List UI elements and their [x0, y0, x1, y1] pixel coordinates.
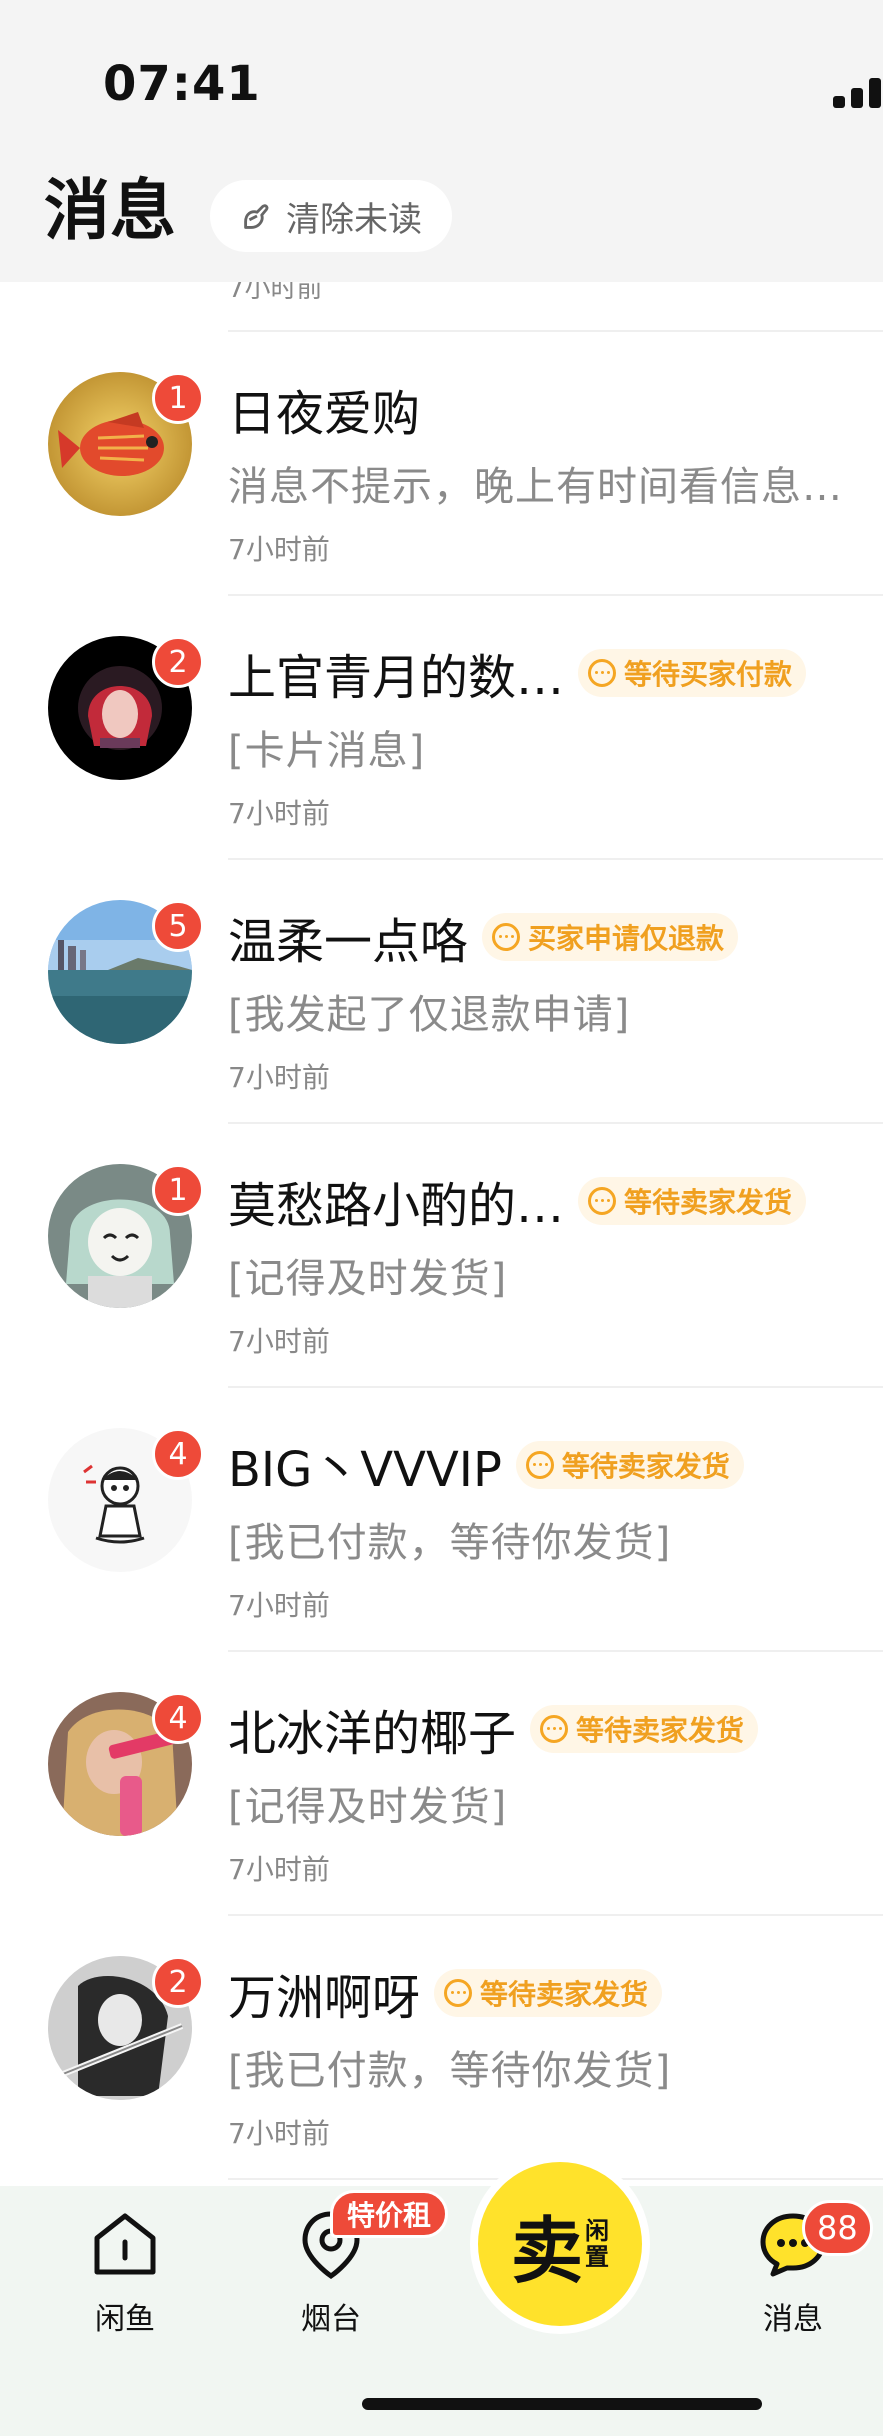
- time-label: 7小时前: [228, 1853, 330, 1886]
- contact-name: 莫愁路小酌的…: [228, 1178, 565, 1234]
- message-preview: [我已付款，等待你发货]: [228, 2048, 672, 2094]
- order-status-tag: 等待卖家发货: [434, 1969, 663, 2017]
- special-rent-badge: 特价租: [330, 2190, 449, 2238]
- message-preview: [我发起了仅退款申请]: [228, 992, 631, 1038]
- sell-sub-label-2: 置: [585, 2243, 609, 2271]
- avatar-wrap: 4: [48, 1428, 204, 1572]
- page-title: 消息: [44, 172, 176, 249]
- status-time: 07:41: [103, 56, 261, 112]
- name-line: 万洲啊呀 等待卖家发货: [228, 1958, 863, 2028]
- unread-badge: 1: [152, 1164, 204, 1216]
- message-preview: [我已付款，等待你发货]: [228, 1520, 672, 1566]
- message-preview: [记得及时发货]: [228, 1256, 508, 1302]
- unread-badge: 4: [152, 1428, 204, 1480]
- time-label: 7小时前: [228, 797, 330, 830]
- broom-icon: [244, 204, 269, 229]
- conversation-list[interactable]: 7小时前 1 日夜爱购 消息不提示，晚上有时间看信息… 7小时前 2 上官青月的…: [0, 274, 883, 2180]
- clear-unread-label: 清除未读: [286, 199, 422, 240]
- time-label: 7小时前: [228, 2117, 330, 2150]
- time-label: 7小时前: [228, 533, 330, 566]
- conversation-row[interactable]: 2 万洲啊呀 等待卖家发货 [我已付款，等待你发货] 7小时前: [0, 1916, 883, 2180]
- contact-name: 北冰洋的椰子: [228, 1706, 517, 1762]
- sell-sub-label-1: 闲: [585, 2216, 609, 2245]
- unread-badge: 4: [152, 1692, 204, 1744]
- conversation-row[interactable]: 5 温柔一点咯 买家申请仅退款 [我发起了仅退款申请] 7小时前: [0, 860, 883, 1124]
- name-line: 日夜爱购: [228, 374, 863, 444]
- contact-name: 上官青月的数…: [228, 650, 565, 706]
- conversation-row[interactable]: 4 BIG丶VVVIP 等待卖家发货 [我已付款，等待你发货] 7小时前: [0, 1388, 883, 1652]
- name-line: 北冰洋的椰子 等待卖家发货: [228, 1694, 863, 1764]
- message-preview: 消息不提示，晚上有时间看信息…: [228, 464, 843, 510]
- avatar-wrap: 5: [48, 900, 204, 1044]
- chat-dots-icon: [444, 1979, 473, 2007]
- order-status-tag: 等待卖家发货: [515, 1441, 744, 1489]
- avatar-wrap: 1: [48, 372, 204, 516]
- chat-dots-icon: [588, 659, 617, 687]
- chat-dots-icon: [525, 1451, 554, 1479]
- order-status-label: 等待卖家发货: [624, 1186, 793, 1219]
- header: 消息 清除未读: [0, 160, 883, 282]
- name-line: 莫愁路小酌的… 等待卖家发货: [228, 1166, 863, 1236]
- tab-yantai-label: 烟台: [301, 2302, 361, 2337]
- time-label: 7小时前: [228, 1589, 330, 1622]
- order-status-label: 等待卖家发货: [480, 1978, 649, 2011]
- contact-name: BIG丶VVVIP: [228, 1442, 502, 1498]
- unread-badge: 2: [152, 636, 204, 688]
- order-status-label: 买家申请仅退款: [528, 922, 725, 955]
- home-icon: [94, 2213, 156, 2275]
- name-line: BIG丶VVVIP 等待卖家发货: [228, 1430, 863, 1500]
- chat-dots-icon: [540, 1715, 569, 1743]
- messages-count-badge: 88: [802, 2200, 873, 2256]
- tab-messages-label: 消息: [763, 2302, 823, 2337]
- list-item-partial[interactable]: 7小时前: [0, 274, 883, 332]
- avatar-wrap: 2: [48, 636, 204, 780]
- conversation-row[interactable]: 1 日夜爱购 消息不提示，晚上有时间看信息… 7小时前: [0, 332, 883, 596]
- chat-dots-icon: [588, 1187, 617, 1215]
- tab-home[interactable]: 闲鱼: [50, 2206, 200, 2338]
- name-line: 上官青月的数… 等待买家付款: [228, 638, 863, 708]
- tab-home-label: 闲鱼: [95, 2302, 155, 2337]
- conversation-row[interactable]: 4 北冰洋的椰子 等待卖家发货 [记得及时发货] 7小时前: [0, 1652, 883, 1916]
- contact-name: 万洲啊呀: [228, 1970, 421, 2026]
- sell-label: 卖: [510, 2208, 583, 2293]
- sell-button[interactable]: 卖 闲 置: [470, 2154, 650, 2334]
- clear-unread-button[interactable]: 清除未读: [210, 180, 452, 252]
- contact-name: 温柔一点咯: [228, 914, 469, 970]
- conversation-row[interactable]: 1 莫愁路小酌的… 等待卖家发货 [记得及时发货] 7小时前: [0, 1124, 883, 1388]
- message-preview: [记得及时发货]: [228, 1784, 508, 1830]
- time-label: 7小时前: [228, 1325, 330, 1358]
- order-status-tag: 等待买家付款: [578, 649, 807, 697]
- unread-badge: 5: [152, 900, 204, 952]
- order-status-label: 等待卖家发货: [561, 1450, 730, 1483]
- home-indicator[interactable]: [362, 2398, 762, 2410]
- unread-badge: 1: [152, 372, 204, 424]
- time-label: 7小时前: [228, 1061, 330, 1094]
- order-status-label: 等待卖家发货: [576, 1714, 745, 1747]
- chat-dots-icon: [492, 923, 521, 951]
- order-status-tag: 买家申请仅退款: [482, 913, 739, 961]
- sell-sub-label: 闲 置: [585, 2216, 609, 2271]
- name-line: 温柔一点咯 买家申请仅退款: [228, 902, 863, 972]
- message-preview: [卡片消息]: [228, 728, 426, 774]
- order-status-label: 等待买家付款: [624, 658, 793, 691]
- avatar-wrap: 1: [48, 1164, 204, 1308]
- status-bar: 07:41: [0, 0, 883, 160]
- conversation-row[interactable]: 2 上官青月的数… 等待买家付款 [卡片消息] 7小时前: [0, 596, 883, 860]
- signal-icon: [833, 78, 883, 108]
- avatar-wrap: 4: [48, 1692, 204, 1836]
- unread-badge: 2: [152, 1956, 204, 2008]
- screen: 07:41 消息 清除未读 7小时前 1 日夜爱购 消息不提示，晚上有时间看信息…: [0, 0, 883, 2436]
- contact-name: 日夜爱购: [228, 386, 421, 442]
- order-status-tag: 等待卖家发货: [530, 1705, 759, 1753]
- avatar-wrap: 2: [48, 1956, 204, 2100]
- order-status-tag: 等待卖家发货: [578, 1177, 807, 1225]
